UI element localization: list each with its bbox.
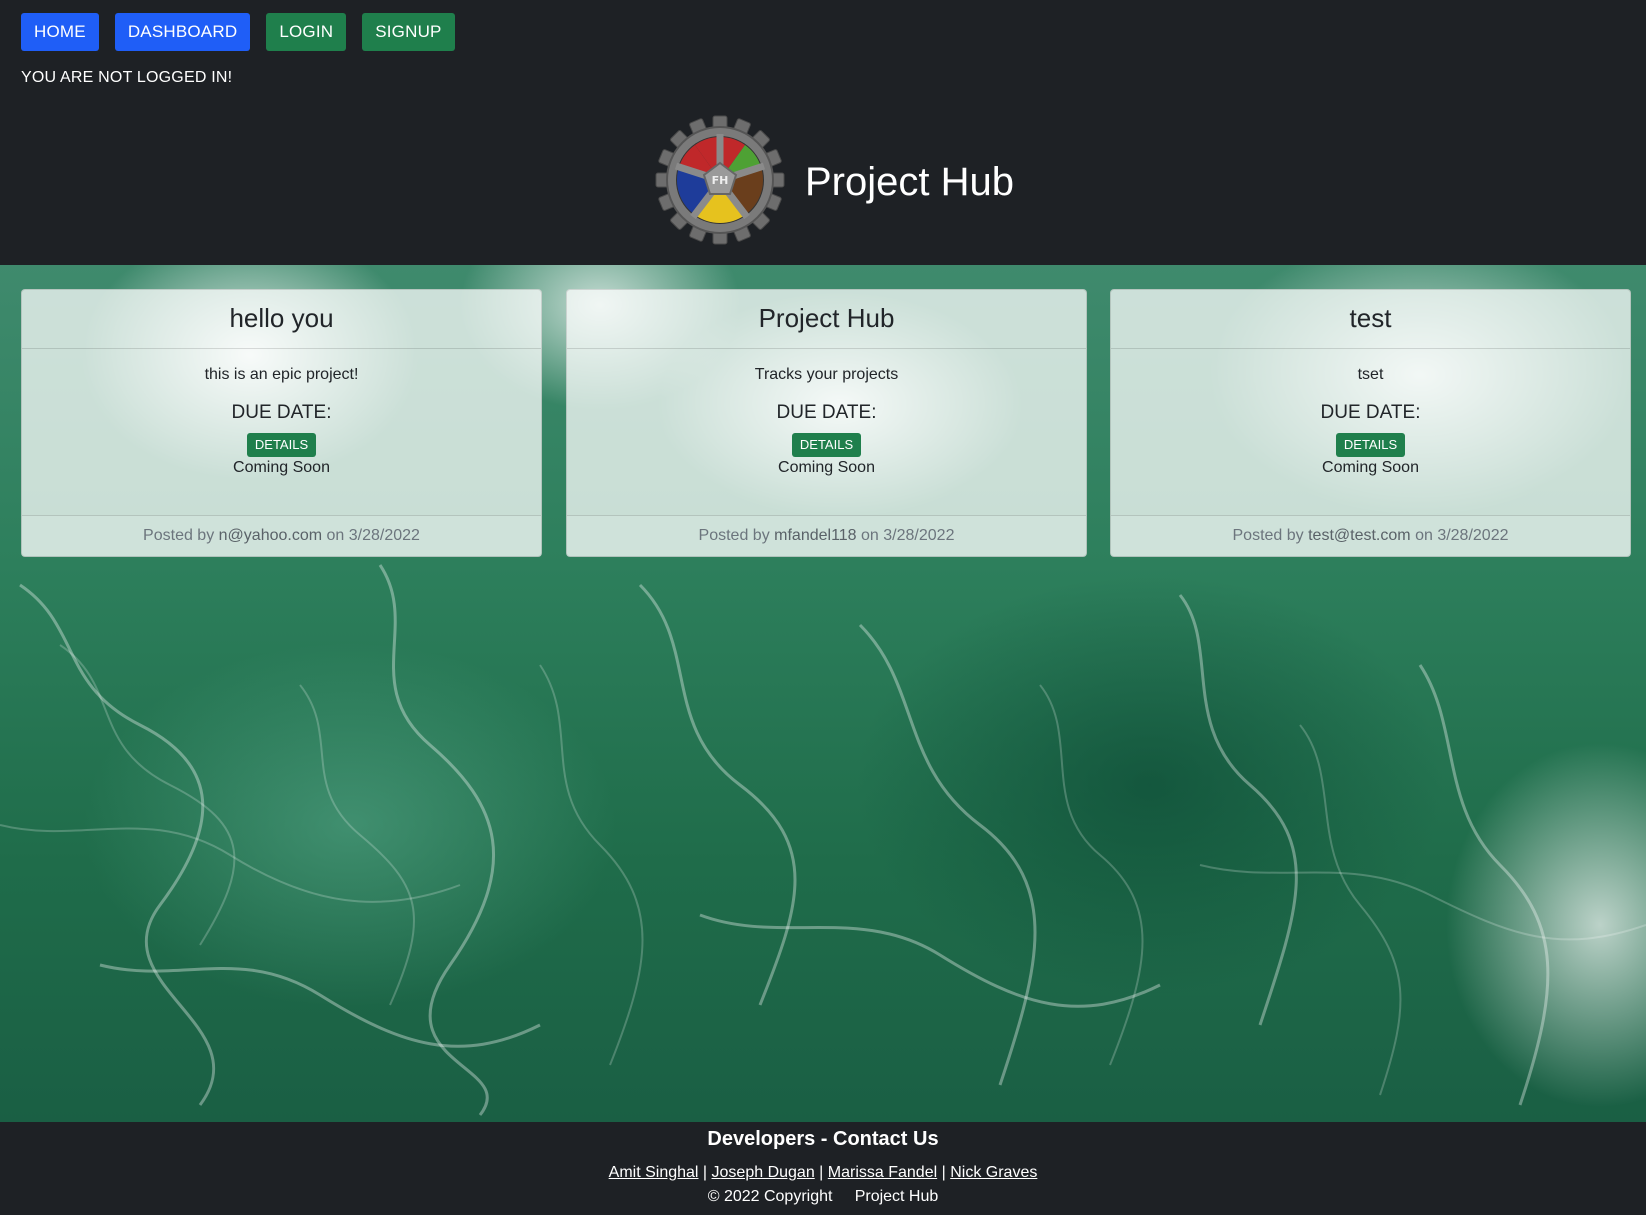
posted-date: 3/28/2022 [1437,527,1509,544]
due-date-label: DUE DATE: [776,402,877,423]
project-description: tset [1357,366,1384,383]
nav-bar: HOME DASHBOARD LOGIN SIGNUP [21,13,455,51]
project-title: Project Hub [567,290,1086,349]
project-card: Project Hub Tracks your projects DUE DAT… [566,289,1087,557]
copyright-site: Project Hub [854,1188,939,1205]
dashboard-button[interactable]: DASHBOARD [114,13,251,51]
footer-heading: Developers - Contact Us [707,1128,939,1150]
developer-link-nick-graves[interactable]: Nick Graves [950,1164,1037,1181]
posted-on-label: on [861,527,879,544]
project-title: test [1111,290,1630,349]
separator: | [819,1164,824,1181]
developer-link-joseph-dugan[interactable]: Joseph Dugan [712,1164,815,1181]
ocean-background-image: hello you this is an epic project! DUE D… [0,265,1646,1122]
due-date-value: Coming Soon [778,459,875,476]
details-button[interactable]: DETAILS [791,433,862,457]
card-footer: Posted by n@yahoo.com on 3/28/2022 [22,515,541,556]
due-date-value: Coming Soon [1322,459,1419,476]
project-description: this is an epic project! [204,366,359,383]
project-card: test tset DUE DATE: DETAILS Coming Soon … [1110,289,1631,557]
separator: | [702,1164,708,1181]
brand: FH Project Hub [655,115,1014,250]
developer-link-marissa-fandel[interactable]: Marissa Fandel [828,1164,937,1181]
posted-by-user: test@test.com [1308,527,1411,544]
login-button[interactable]: LOGIN [266,13,347,51]
project-card: hello you this is an epic project! DUE D… [21,289,542,557]
due-date-label: DUE DATE: [1320,402,1421,423]
posted-on-label: on [1415,527,1433,544]
copyright: © 2022 Copyright Project Hub [0,1187,1646,1207]
gear-logo-icon: FH [655,115,785,250]
developer-link-amit-singhal[interactable]: Amit Singhal [609,1164,699,1181]
posted-by-label: Posted by [698,527,770,544]
project-title: hello you [22,290,541,349]
card-footer: Posted by mfandel118 on 3/28/2022 [567,515,1086,556]
posted-date: 3/28/2022 [348,527,420,544]
details-button[interactable]: DETAILS [1335,433,1406,457]
copyright-text: © 2022 Copyright [707,1188,833,1205]
posted-by-user: mfandel118 [774,527,857,544]
posted-date: 3/28/2022 [883,527,955,544]
details-button[interactable]: DETAILS [246,433,317,457]
due-date-label: DUE DATE: [231,402,332,423]
signup-button[interactable]: SIGNUP [362,13,455,51]
posted-by-user: n@yahoo.com [218,527,323,544]
posted-by-label: Posted by [143,527,215,544]
login-status-text: YOU ARE NOT LOGGED IN! [21,69,233,86]
site-title: Project Hub [805,160,1014,204]
header: HOME DASHBOARD LOGIN SIGNUP YOU ARE NOT … [0,0,1646,265]
logo-initials: FH [712,174,729,187]
due-date-value: Coming Soon [233,459,330,476]
separator: | [941,1164,946,1181]
home-button[interactable]: HOME [21,13,99,51]
developer-links: Amit Singhal | Joseph Dugan | Marissa Fa… [0,1159,1646,1187]
posted-by-label: Posted by [1232,527,1304,544]
posted-on-label: on [326,527,345,544]
footer: Developers - Contact Us Amit Singhal | J… [0,1122,1646,1215]
card-footer: Posted by test@test.com on 3/28/2022 [1111,515,1630,556]
project-description: Tracks your projects [754,366,899,383]
